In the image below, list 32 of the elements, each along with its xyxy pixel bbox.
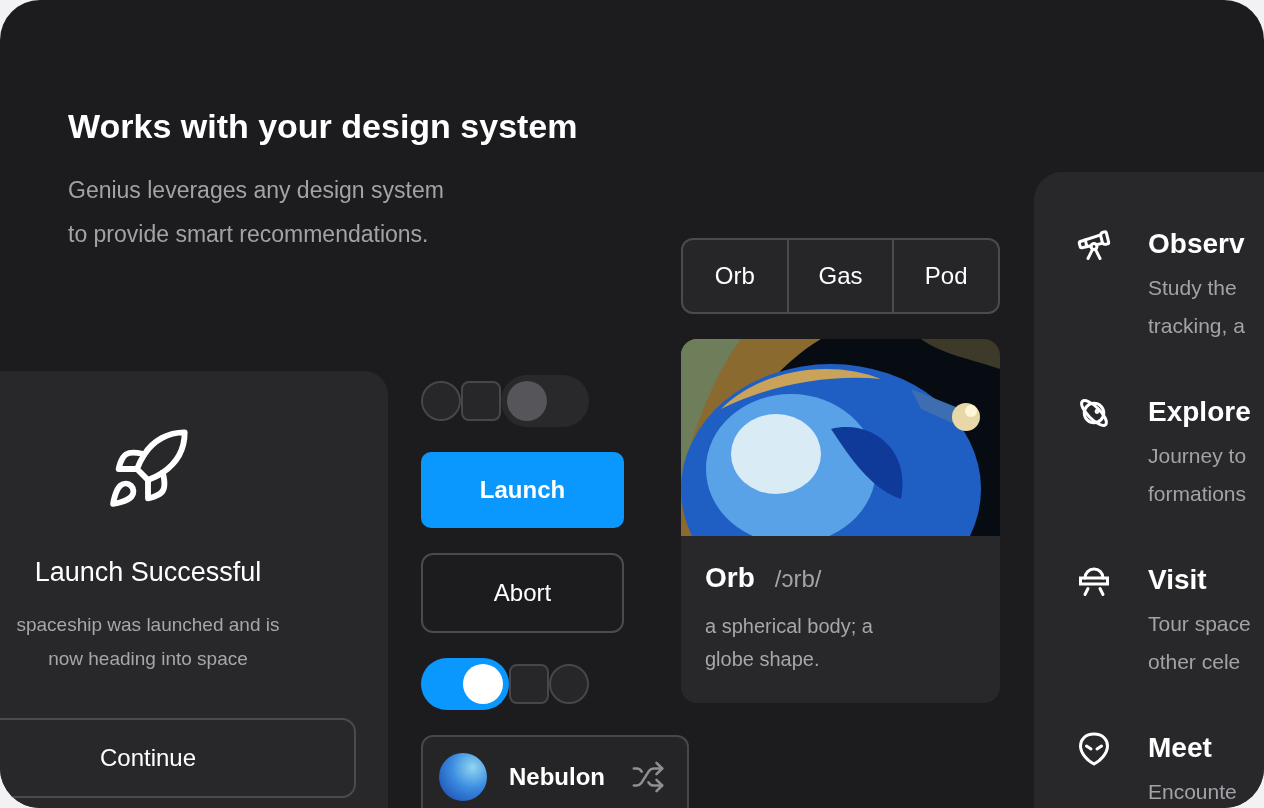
subheading: Genius leverages any design system to provide smart recommendations. — [68, 176, 445, 249]
theme-chip[interactable]: Nebulon — [421, 735, 689, 808]
toggle-switch[interactable] — [421, 658, 509, 710]
alien-icon — [1076, 731, 1112, 767]
feature-title: Meet — [1148, 731, 1213, 765]
radio-button[interactable] — [421, 381, 461, 421]
sphere-icon — [439, 753, 487, 801]
radio-button[interactable] — [549, 664, 589, 704]
segment[interactable]: Orb — [683, 240, 787, 312]
definition: a spherical body; a globe shape. — [705, 614, 874, 672]
segment[interactable]: Pod — [892, 240, 998, 312]
checkbox[interactable] — [461, 381, 501, 421]
feature-title: Visit — [1148, 563, 1208, 597]
telescope-icon — [1076, 227, 1112, 263]
feature-description: Study the tracking, a — [1148, 275, 1246, 339]
feature-description: Tour space other cele — [1148, 611, 1252, 675]
pronunciation: /ɔrb/ — [774, 565, 822, 593]
segment[interactable]: Gas — [786, 240, 893, 312]
feature-description: Journey to formations — [1148, 443, 1248, 507]
feature-description: Encounte — [1148, 779, 1238, 805]
abort-button[interactable]: Abort — [421, 553, 624, 633]
shuffle-icon[interactable] — [631, 760, 665, 794]
card-message: spaceship was launched and is now heading into space — [15, 613, 281, 671]
card-title: Launch Successful — [34, 557, 262, 588]
feature-title: Explore — [1148, 395, 1252, 429]
heading: Works with your design system — [68, 106, 579, 147]
continue-button[interactable]: Continue — [0, 718, 356, 798]
checkbox[interactable] — [509, 664, 549, 704]
toggle-switch[interactable] — [501, 375, 589, 427]
word: Orb — [705, 562, 755, 594]
chip-label: Nebulon — [509, 763, 606, 791]
feature-title: Observ — [1148, 227, 1246, 261]
